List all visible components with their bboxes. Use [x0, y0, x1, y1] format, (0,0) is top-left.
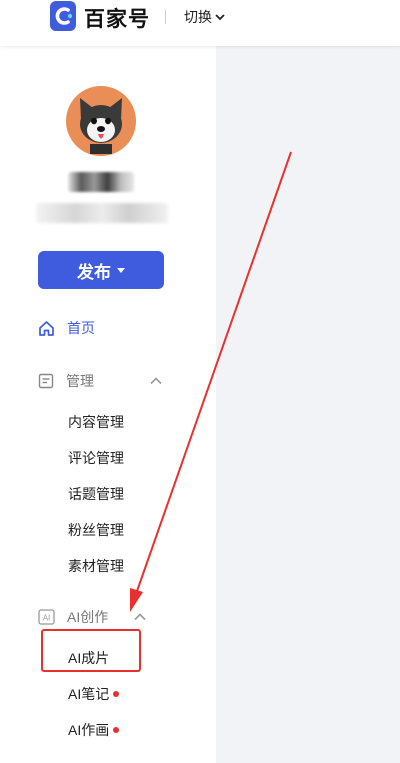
annotation-arrow	[130, 151, 292, 612]
